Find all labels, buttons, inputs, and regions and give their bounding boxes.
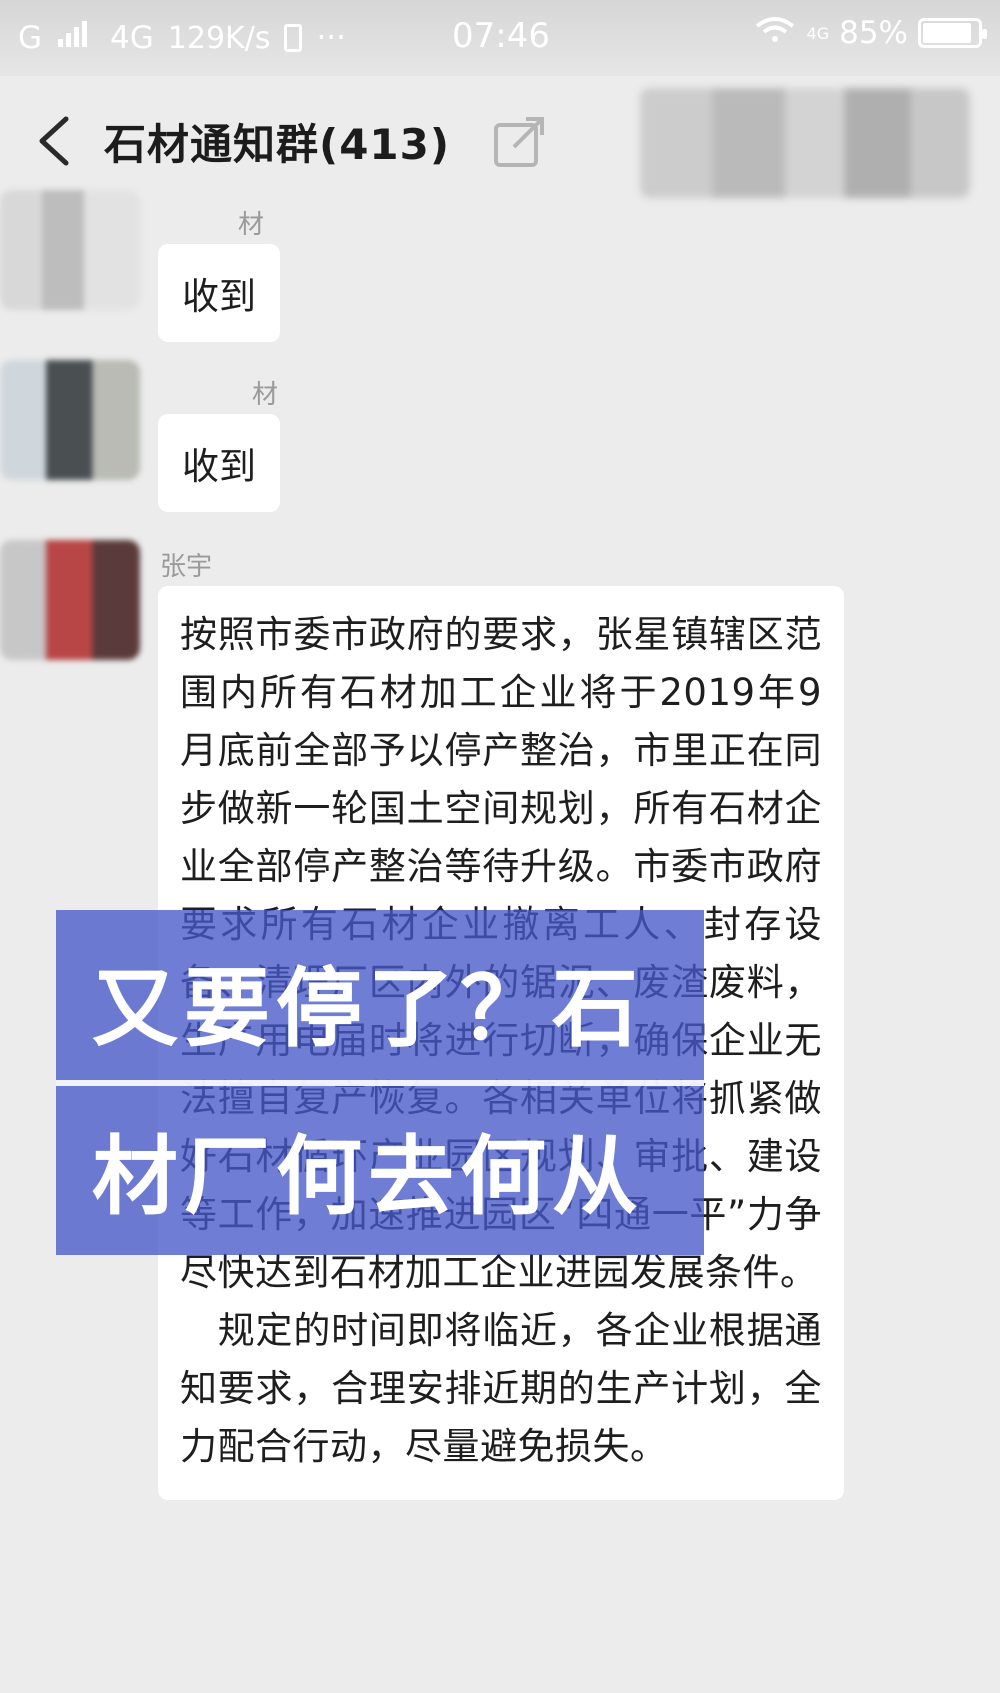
more-indicator: ··· bbox=[316, 20, 347, 56]
network-label: 4G bbox=[110, 20, 154, 56]
battery-label: 85% bbox=[839, 15, 908, 51]
signal-icon bbox=[56, 19, 96, 57]
wifi-icon bbox=[753, 14, 797, 52]
chat-header: 石材通知群(413) bbox=[0, 76, 1000, 206]
avatar[interactable] bbox=[0, 360, 140, 480]
sender-name: 材 bbox=[238, 210, 265, 240]
battery-icon bbox=[918, 18, 987, 48]
sender-name: 材 bbox=[252, 380, 279, 410]
clock: 07:46 bbox=[452, 16, 550, 56]
back-arrow-icon[interactable] bbox=[34, 113, 74, 169]
status-bar: G 4G 129K/s ··· 07:46 4G 85% bbox=[0, 0, 1000, 76]
caption-line-2: 材厂何去何从 bbox=[92, 1127, 644, 1227]
caption-divider bbox=[56, 1080, 704, 1086]
avatar[interactable] bbox=[0, 540, 140, 660]
message-bubble[interactable]: 收到 bbox=[158, 414, 280, 512]
avatar[interactable] bbox=[0, 190, 140, 310]
sender-name: 张宇 bbox=[160, 552, 213, 582]
carrier-label: G bbox=[18, 20, 43, 56]
speed-label: 129K/s bbox=[167, 20, 271, 56]
blurred-header-area bbox=[640, 88, 970, 198]
caption-line-1: 又要停了？石 bbox=[92, 959, 644, 1059]
message-bubble[interactable]: 收到 bbox=[158, 244, 280, 342]
group-title: 石材通知群(413) bbox=[104, 119, 451, 169]
share-icon[interactable] bbox=[490, 111, 550, 171]
status-bar-right: 4G 85% bbox=[753, 14, 987, 52]
network-right-label: 4G bbox=[806, 23, 830, 43]
caption-overlay: 又要停了？石 材厂何去何从 bbox=[56, 910, 704, 1255]
status-bar-left: G 4G 129K/s ··· bbox=[18, 19, 346, 57]
sim-icon bbox=[284, 24, 303, 52]
